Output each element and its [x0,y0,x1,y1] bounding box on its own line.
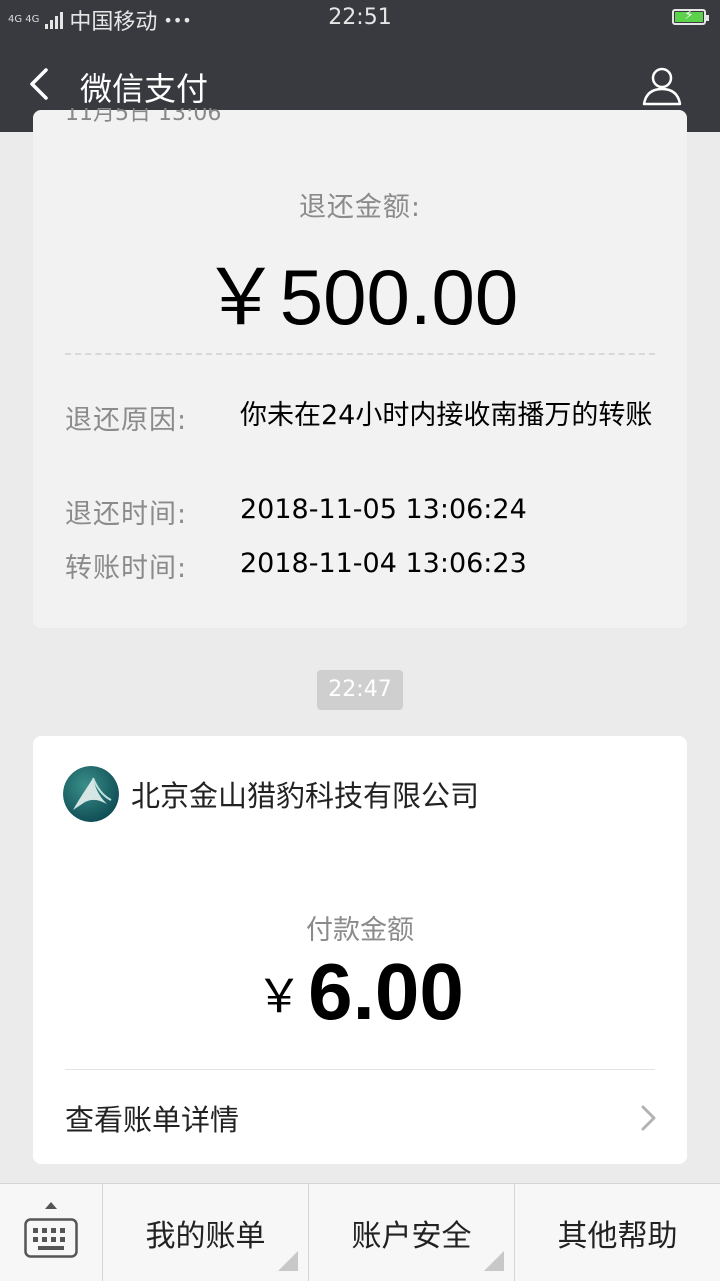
merchant-header: 北京金山猎豹科技有限公司 [63,766,479,822]
view-bill-details-label: 查看账单详情 [65,1103,240,1137]
payment-amount-value: 6.00 [308,947,464,1036]
tab-other-help-label: 其他帮助 [557,1218,678,1254]
payment-amount-label: 付款金额 [306,915,414,946]
refund-reason-row: 退还原因: 你未在24小时内接收南播万的转账 [65,398,655,437]
refund-amount-label: 退还金额: [298,192,422,223]
bottom-menu-bar: 我的账单 账户安全 其他帮助 [0,1183,720,1281]
message-timestamp: 22:47 [317,670,403,710]
refund-amount: ￥500.00 [201,253,519,341]
dashed-divider [65,353,655,355]
caret-up-icon [45,1202,57,1209]
transfer-time-key: 转账时间: [65,553,188,584]
submenu-corner-icon [278,1251,298,1271]
battery-nub [706,15,709,21]
tab-other-help[interactable]: 其他帮助 [515,1184,720,1281]
payment-amount: ￥6.00 [33,946,687,1038]
refund-time-value: 2018-11-05 13:06:24 [240,494,527,525]
cheetah-logo-icon [63,766,119,822]
keyboard-toggle-button[interactable] [0,1184,103,1281]
status-time: 22:51 [328,5,392,30]
status-bar: 4G 4G 中国移动 ••• 22:51 ⚡ [0,0,720,36]
battery-icon: ⚡ [672,8,709,25]
refund-time-row: 退还时间: 2018-11-05 13:06:24 [65,492,655,531]
refund-reason-value: 你未在24小时内接收南播万的转账 [240,400,653,431]
payment-card[interactable]: 北京金山猎豹科技有限公司 付款金额 ￥6.00 查看账单详情 [33,736,687,1164]
page-title: 微信支付 [80,70,209,108]
currency-symbol: ￥ [256,970,303,1022]
keyboard-icon [24,1218,78,1258]
back-icon[interactable] [22,64,62,104]
tab-my-bills[interactable]: 我的账单 [103,1184,309,1281]
tab-my-bills-label: 我的账单 [145,1218,266,1254]
submenu-corner-icon [484,1251,504,1271]
view-bill-details-link[interactable]: 查看账单详情 [33,1070,687,1164]
person-icon[interactable] [640,64,684,108]
chevron-right-icon [641,1105,656,1131]
tab-account-security[interactable]: 账户安全 [309,1184,515,1281]
merchant-name: 北京金山猎豹科技有限公司 [131,779,480,813]
transfer-time-row: 转账时间: 2018-11-04 13:06:23 [65,546,655,585]
refund-date: 11月5日 13:06 [65,108,222,126]
refund-reason-key: 退还原因: [65,405,188,436]
charging-icon: ⚡ [684,8,694,23]
transfer-time-value: 2018-11-04 13:06:23 [240,548,527,579]
tab-account-security-label: 账户安全 [351,1218,472,1254]
refund-card: 11月5日 13:06 退还金额: ￥500.00 退还原因: 你未在24小时内… [33,108,687,628]
refund-time-key: 退还时间: [65,499,188,530]
